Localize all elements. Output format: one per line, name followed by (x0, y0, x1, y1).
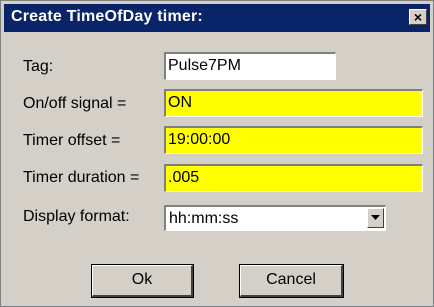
timer-duration-label: Timer duration = (23, 169, 140, 186)
display-format-select[interactable]: hh:mm:ss (164, 205, 386, 231)
tag-label: Tag: (23, 58, 54, 75)
display-format-label: Display format: (23, 208, 130, 225)
timer-duration-input[interactable]: .005 (164, 164, 423, 192)
close-button[interactable]: × (409, 9, 427, 25)
cancel-button[interactable]: Cancel (239, 264, 344, 298)
tag-input[interactable]: Pulse7PM (164, 52, 336, 80)
title-bar[interactable]: Create TimeOfDay timer: × (4, 4, 430, 32)
timer-offset-label: Timer offset = (23, 132, 121, 149)
create-timer-dialog: Create TimeOfDay timer: × Tag: Pulse7PM … (0, 0, 434, 307)
on-off-signal-label: On/off signal = (23, 95, 127, 112)
timer-offset-input[interactable]: 19:00:00 (164, 126, 423, 154)
on-off-signal-input[interactable]: ON (164, 89, 423, 117)
close-icon: × (413, 9, 423, 25)
ok-button[interactable]: Ok (91, 264, 194, 298)
dropdown-button[interactable] (367, 208, 384, 228)
window-title: Create TimeOfDay timer: (11, 8, 203, 25)
chevron-down-icon (371, 215, 380, 220)
display-format-value: hh:mm:ss (169, 210, 239, 227)
